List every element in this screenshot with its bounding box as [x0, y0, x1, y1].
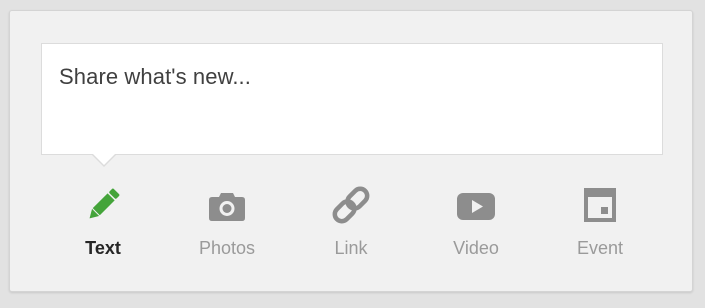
post-type-event-label: Event: [576, 238, 624, 258]
post-type-text-label: Text: [85, 238, 121, 258]
post-type-photos-label: Photos: [198, 238, 256, 258]
post-type-video-button[interactable]: Video: [426, 179, 526, 265]
post-type-photos-button[interactable]: Photos: [177, 179, 277, 265]
post-type-link-label: Link: [334, 238, 368, 258]
share-input[interactable]: Share what's new...: [41, 43, 663, 155]
link-icon: [331, 185, 371, 225]
pencil-icon: [83, 185, 123, 225]
share-placeholder: Share what's new...: [59, 64, 251, 89]
share-card: Share what's new... Text Photos Link Vid…: [9, 10, 693, 292]
camera-icon: [207, 185, 247, 225]
share-box-pointer-fill: [92, 153, 116, 165]
post-type-event-button[interactable]: Event: [550, 179, 650, 265]
post-type-video-label: Video: [453, 238, 499, 258]
post-type-text-button[interactable]: Text: [53, 179, 153, 265]
video-icon: [456, 185, 496, 225]
post-type-bar: Text Photos Link Video Event: [10, 179, 692, 269]
calendar-icon: [580, 185, 620, 225]
post-type-link-button[interactable]: Link: [301, 179, 401, 265]
